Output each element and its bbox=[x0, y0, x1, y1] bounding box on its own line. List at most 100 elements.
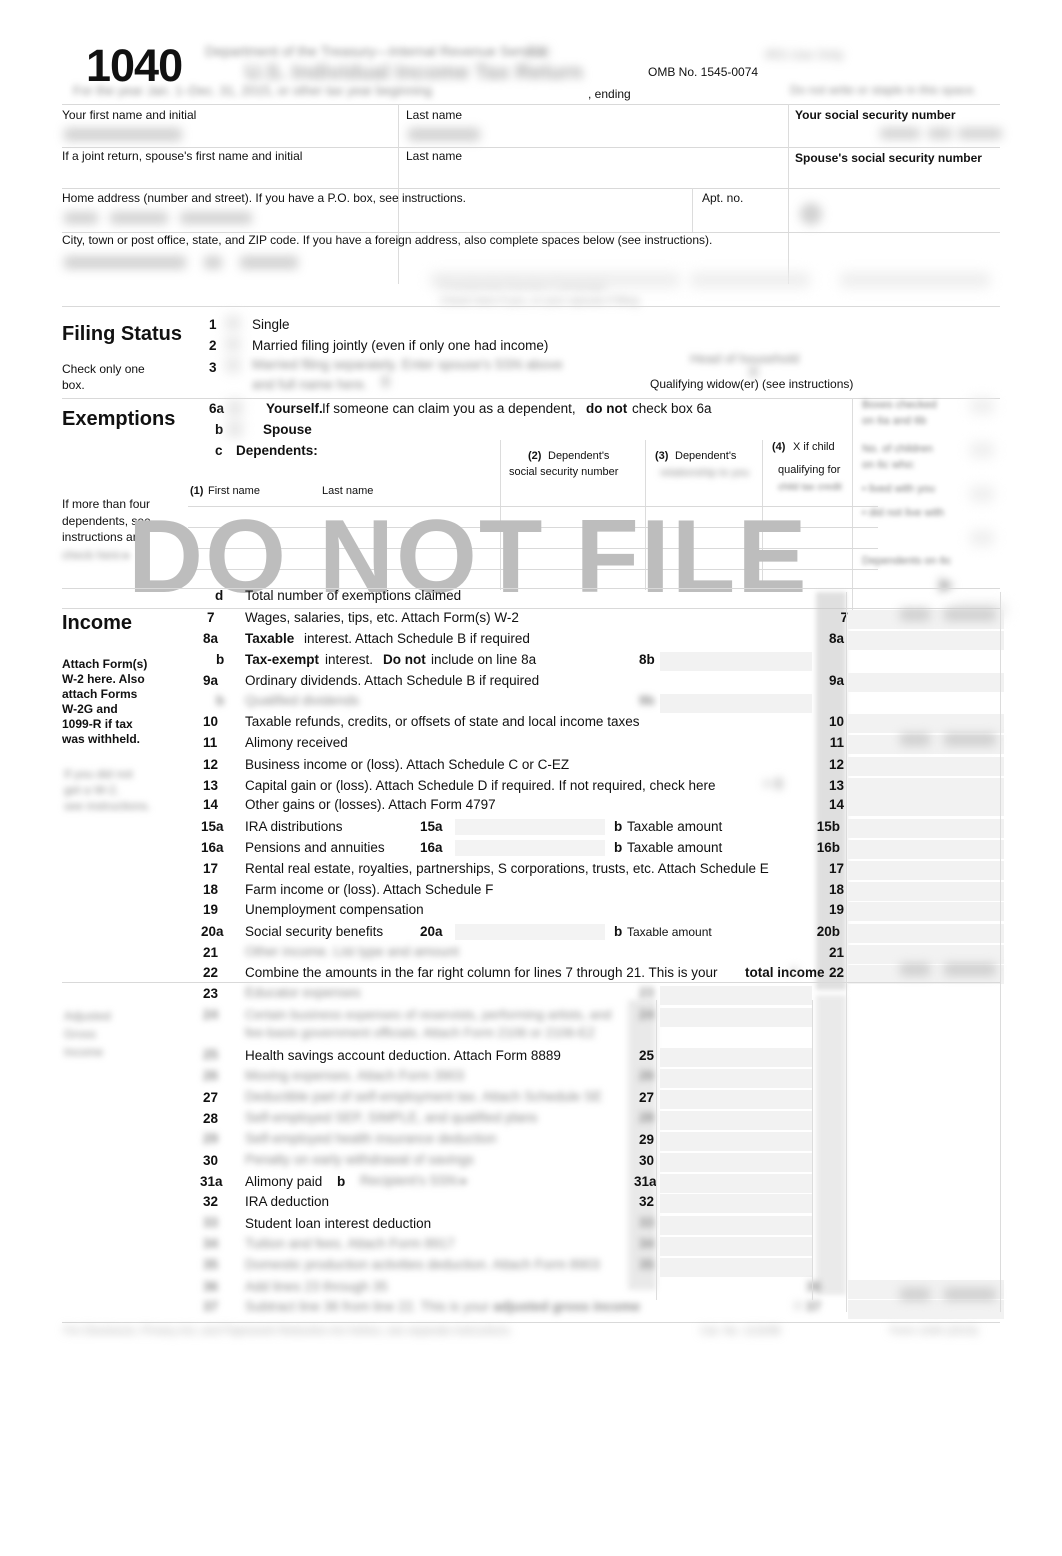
income-line-22-value2-redacted[interactable] bbox=[944, 963, 996, 976]
income-line-7-value2-redacted[interactable] bbox=[944, 608, 996, 621]
agi-line-31a-num: 31a bbox=[200, 1174, 223, 1189]
income-line-14-num: 14 bbox=[203, 797, 219, 812]
income-line-13-num: 13 bbox=[203, 778, 219, 793]
address-part2-redacted[interactable] bbox=[110, 212, 168, 224]
campaign-smudge-a bbox=[430, 272, 680, 288]
exemption-count-box-1[interactable] bbox=[970, 398, 994, 414]
agi-line-29-num: 29 bbox=[203, 1131, 219, 1146]
exemption-checkbox-6b[interactable] bbox=[228, 421, 242, 437]
ssn-part2-redacted[interactable] bbox=[928, 128, 952, 139]
filing-status-checkbox-1[interactable] bbox=[226, 316, 240, 330]
income-attach-4: W-2G and bbox=[62, 702, 118, 716]
income-line-23-amtlabel: 23 bbox=[639, 985, 655, 1000]
state-value-redacted[interactable] bbox=[204, 256, 222, 269]
income-line-7-text: Wages, salaries, tips, etc. Attach Form(… bbox=[245, 610, 519, 625]
tax-year-ending-label: , ending bbox=[588, 87, 631, 101]
income-attach-6: was withheld. bbox=[62, 732, 141, 746]
city-value-redacted[interactable] bbox=[64, 256, 186, 269]
zip-value-redacted[interactable] bbox=[240, 256, 298, 269]
exemptions-sidebar-3: instructions and bbox=[62, 530, 147, 544]
agi-line-26-text: Moving expenses. Attach Form 3903 bbox=[245, 1068, 465, 1083]
filing-status-mfs-fill[interactable]: ▮ bbox=[382, 374, 389, 388]
income-attach-5: 1099-R if tax bbox=[62, 717, 133, 731]
exemptions-heading: Exemptions bbox=[62, 408, 176, 430]
income-line-22-value-redacted[interactable] bbox=[900, 963, 930, 976]
dependent-col2-line1: Dependent's bbox=[548, 450, 610, 462]
income-line-11-text: Alimony received bbox=[245, 735, 348, 750]
address-part3-redacted[interactable] bbox=[180, 212, 252, 224]
income-line-9b-num: b bbox=[216, 693, 225, 708]
agi-line-37-num: 37 bbox=[203, 1299, 219, 1314]
last-name-value-redacted[interactable] bbox=[408, 128, 480, 141]
exemptions-sidebar-2: dependents, see bbox=[62, 514, 151, 528]
ssn-part3-redacted[interactable] bbox=[958, 128, 1002, 139]
agi-line-31a-recipient: Recipient's SSN ▸ bbox=[360, 1173, 468, 1188]
agi-line-37-value2-redacted[interactable] bbox=[944, 1288, 996, 1301]
income-line-22-text: Combine the amounts in the far right col… bbox=[245, 965, 718, 980]
income-line-22-num: 22 bbox=[203, 965, 219, 980]
exemption-notlive-label: • did not live with bbox=[862, 507, 945, 519]
income-line-8b-text: interest. bbox=[325, 652, 374, 667]
filing-status-checkbox-3[interactable] bbox=[226, 358, 240, 372]
your-first-name-value-redacted[interactable] bbox=[64, 128, 182, 141]
income-line-8b-boldmid: Do not bbox=[383, 652, 426, 667]
do-not-file-watermark: DO NOT FILE bbox=[128, 499, 809, 615]
income-attach-1: Attach Form(s) bbox=[62, 657, 148, 671]
agi-line-30-num: 30 bbox=[203, 1153, 219, 1168]
agi-line-27-num: 27 bbox=[203, 1090, 219, 1105]
masthead-right-note: Do not write or staple in this space. bbox=[790, 83, 977, 97]
income-line-17-num: 17 bbox=[203, 861, 219, 876]
income-line-7-value-redacted[interactable] bbox=[900, 608, 930, 621]
agi-line-32-text: IRA deduction bbox=[245, 1194, 330, 1209]
exemptions-sidebar-4: check here ▸ bbox=[62, 548, 131, 562]
dependent-col4-num: (4) bbox=[772, 441, 786, 453]
filing-status-subtext-2: box. bbox=[62, 378, 85, 392]
exemption-count-box-2[interactable] bbox=[970, 442, 994, 458]
income-line-11-value-redacted[interactable] bbox=[900, 733, 930, 746]
agi-line-24-text-2: fee-basis government officials. Attach F… bbox=[245, 1025, 596, 1040]
last-name-label: Last name bbox=[406, 108, 463, 122]
income-line-8b-bold: Tax-exempt bbox=[245, 652, 320, 667]
filing-status-hoh-box[interactable]: ▮ bbox=[750, 364, 757, 378]
agi-line-37-arrow: ▸ bbox=[796, 1297, 803, 1312]
income-line-16b-sub-text: Taxable amount bbox=[627, 840, 723, 855]
agi-line-37-amtlabel: 37 bbox=[806, 1299, 822, 1314]
agi-line-35-amtlabel: 35 bbox=[639, 1257, 655, 1272]
ssn-part1-redacted[interactable] bbox=[880, 128, 920, 139]
income-line-20a-num: 20a bbox=[201, 924, 224, 939]
filing-status-label-hoh[interactable]: Head of household bbox=[690, 352, 799, 366]
exemption-count-box-3[interactable] bbox=[970, 486, 994, 502]
filing-status-label-mfj[interactable]: Married filing jointly (even if only one… bbox=[252, 338, 548, 353]
filing-status-num-2: 2 bbox=[209, 338, 217, 353]
income-line-18-num: 18 bbox=[203, 882, 219, 897]
exemption-6a-text-2: check box 6a bbox=[632, 401, 712, 416]
dependent-col3-line1: Dependent's bbox=[675, 450, 737, 462]
dependent-col4-line2: qualifying for bbox=[778, 464, 841, 476]
filing-status-checkbox-2[interactable] bbox=[226, 337, 240, 351]
income-line-22-arrow: ▸ bbox=[792, 962, 799, 977]
income-line-20a-text: Social security benefits bbox=[245, 924, 384, 939]
filing-status-label-mfs-cont: and full name here. bbox=[252, 377, 368, 392]
campaign-smudge-b bbox=[690, 272, 810, 288]
agi-line-37-value-redacted[interactable] bbox=[900, 1288, 930, 1301]
income-line-13-checkbox[interactable]: ▸ ▮ bbox=[765, 776, 782, 790]
agi-line-35-num: 35 bbox=[203, 1257, 219, 1272]
city-state-zip-label: City, town or post office, state, and ZI… bbox=[62, 233, 713, 247]
exemption-count-box-4[interactable] bbox=[970, 530, 994, 546]
agi-line-32-amtlabel: 32 bbox=[639, 1194, 655, 1209]
agi-line-36-num: 36 bbox=[203, 1279, 219, 1294]
filing-status-label-mfs[interactable]: Married filing separately. Enter spouse'… bbox=[252, 357, 563, 372]
filing-status-label-qw[interactable]: Qualifying widow(er) (see instructions) bbox=[650, 378, 853, 391]
exemption-checkbox-6a[interactable] bbox=[228, 400, 242, 416]
address-part1-redacted[interactable] bbox=[64, 212, 98, 224]
income-line-11-value2-redacted[interactable] bbox=[944, 733, 996, 746]
income-line-8a-text: interest. Attach Schedule B if required bbox=[304, 631, 530, 646]
agi-line-28-num: 28 bbox=[203, 1111, 219, 1126]
income-line-7-num: 7 bbox=[207, 610, 215, 625]
dependent-col4-line3: child tax credit bbox=[778, 482, 842, 493]
dependent-col4-line1: X if child bbox=[793, 441, 835, 453]
income-line-20b-amtlabel: 20b bbox=[816, 924, 840, 939]
ssn-dot-marker bbox=[800, 203, 822, 225]
filing-status-label-single[interactable]: Single bbox=[252, 317, 290, 332]
exemption-num-6a: 6a bbox=[209, 401, 225, 416]
